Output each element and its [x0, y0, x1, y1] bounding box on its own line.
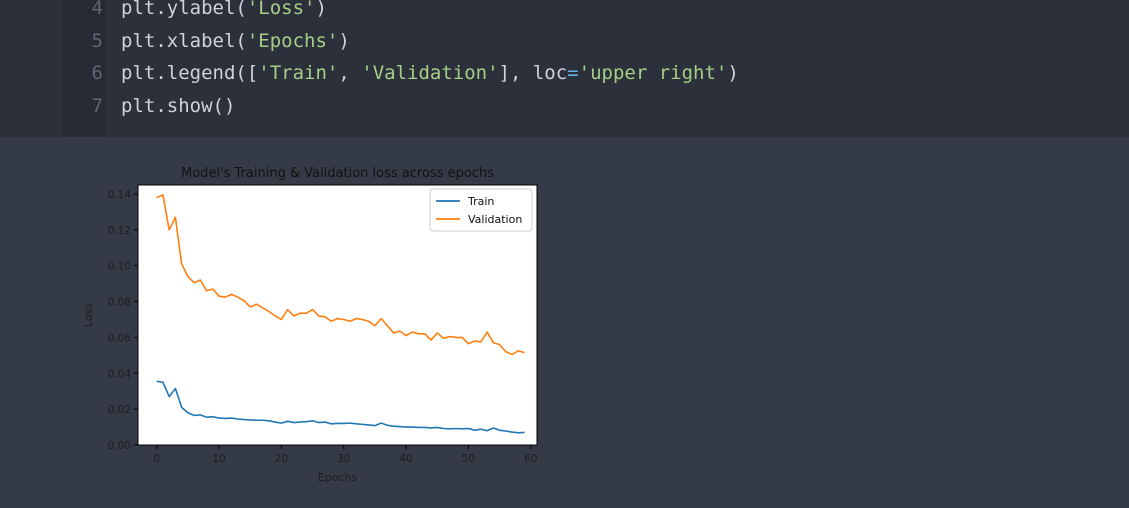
code-token: ) — [727, 62, 739, 84]
code-token: 'Validation' — [361, 62, 499, 84]
code-text: plt.show() — [121, 90, 235, 123]
code-token: ], loc — [498, 62, 568, 84]
code-text: plt.ylabel('Loss') — [121, 0, 327, 25]
code-editor[interactable]: 4 plt.ylabel('Loss') 5 plt.xlabel('Epochs')… — [62, 0, 1062, 122]
chart-svg: 0 10 20 30 40 50 60 0.00 0.02 0.04 0.06 0.08 0.10 0.1… — [82, 166, 538, 484]
line-number: 6 — [91, 62, 103, 84]
x-tick-label: 20 — [275, 453, 288, 465]
x-tick-label: 30 — [337, 453, 350, 465]
code-line[interactable]: 5 plt.xlabel('Epochs') — [62, 25, 1062, 58]
code-cell[interactable]: 4 plt.ylabel('Loss') 5 plt.xlabel('Epochs')… — [0, 0, 1129, 137]
line-number: 5 — [91, 29, 103, 52]
x-tick-label: 0 — [153, 453, 160, 465]
code-text: plt.xlabel('Epochs') — [121, 25, 350, 58]
code-token: ) — [338, 29, 350, 52]
x-tick-label: 40 — [399, 453, 412, 465]
code-token: 'Train' — [258, 62, 339, 84]
y-tick-label: 0.06 — [108, 332, 132, 344]
code-token: ) — [315, 0, 327, 19]
y-tick-label: 0.12 — [108, 225, 131, 237]
code-token: , — [338, 62, 362, 84]
code-line[interactable]: 4 plt.ylabel('Loss') — [62, 0, 1062, 25]
code-line[interactable]: 6 plt.legend(['Train', 'Validation'], loc… — [62, 57, 1062, 90]
y-tick-label: 0.00 — [108, 440, 131, 452]
x-tick-label: 50 — [462, 453, 475, 465]
code-text: plt.legend(['Train', 'Validation'], loc=… — [121, 57, 739, 90]
x-tick-label: 10 — [212, 453, 225, 465]
code-token: 'Epochs' — [246, 29, 339, 52]
y-tick-label: 0.10 — [108, 261, 131, 273]
code-token: 'Loss' — [246, 0, 316, 19]
code-token: plt.ylabel( — [121, 0, 247, 19]
code-token: = — [567, 62, 579, 84]
y-tick-label: 0.04 — [108, 368, 132, 380]
line-number: 7 — [91, 94, 103, 117]
chart-legend: Train Validation — [429, 188, 533, 232]
x-tick-label: 60 — [524, 453, 537, 465]
chart-title: Model's Training & Validation loss acros… — [181, 166, 494, 181]
legend-label-train: Train — [467, 195, 494, 208]
y-tick-label: 0.08 — [108, 297, 131, 309]
loss-chart: 0 10 20 30 40 50 60 0.00 0.02 0.04 0.06 0.08 0.10 0.1… — [70, 155, 550, 495]
code-token: 'upper right' — [578, 62, 728, 84]
x-axis-label: Epochs — [318, 471, 358, 484]
code-token: plt.xlabel( — [121, 29, 247, 52]
code-line[interactable]: 7 plt.show() — [62, 90, 1062, 123]
y-tick-label: 0.14 — [108, 189, 132, 201]
line-number: 4 — [91, 0, 103, 19]
y-axis-label: Loss — [82, 303, 95, 327]
code-token: plt.show() — [121, 94, 236, 117]
y-tick-label: 0.02 — [108, 404, 131, 416]
legend-label-validation: Validation — [468, 213, 522, 226]
code-token: plt.legend([ — [121, 62, 259, 84]
